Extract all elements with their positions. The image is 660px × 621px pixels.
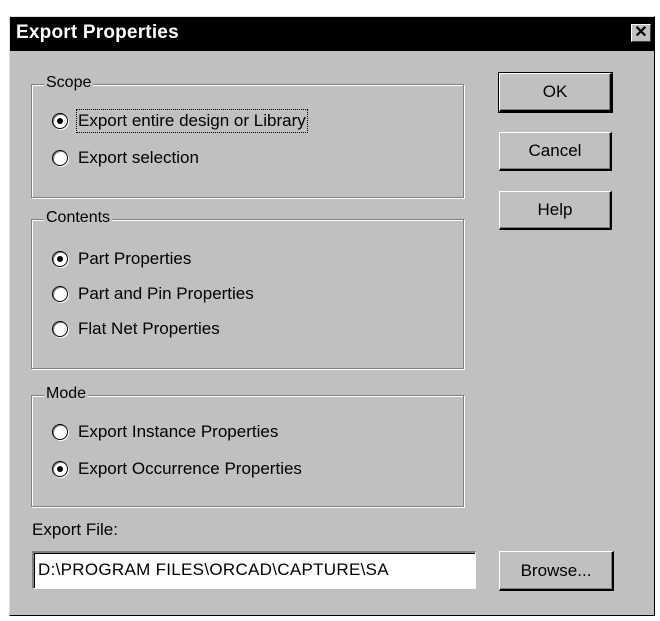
radio-label[interactable]: Part Properties [78,249,191,269]
dialog-title: Export Properties [16,22,179,43]
export-properties-dialog: Export Properties ✕ Scope Export entire … [9,16,655,616]
radio-export-instance-properties[interactable]: Export Instance Properties [52,422,278,442]
export-file-label: Export File: [32,520,118,539]
ok-button[interactable]: OK [498,72,613,113]
radio-button-checked-icon[interactable] [52,251,68,267]
radio-part-properties[interactable]: Part Properties [52,249,191,269]
close-button[interactable]: ✕ [631,24,651,42]
radio-button-icon[interactable] [52,321,68,337]
radio-label[interactable]: Export entire design or Library [76,109,308,133]
browse-button[interactable]: Browse... [499,551,614,591]
mode-legend: Mode [44,385,89,403]
cancel-button[interactable]: Cancel [499,132,612,171]
export-file-input[interactable]: D:\PROGRAM FILES\ORCAD\CAPTURE\SA [32,551,476,589]
help-button[interactable]: Help [499,191,612,230]
radio-label[interactable]: Export Occurrence Properties [78,459,302,479]
radio-flat-net-properties[interactable]: Flat Net Properties [52,319,220,339]
radio-button-checked-icon[interactable] [52,461,68,477]
contents-group: Contents Part Properties Part and Pin Pr… [31,209,464,369]
title-bar[interactable]: Export Properties ✕ [10,17,654,51]
radio-button-icon[interactable] [52,286,68,302]
radio-label[interactable]: Export Instance Properties [78,422,278,442]
radio-button-checked-icon[interactable] [52,113,68,129]
radio-label[interactable]: Export selection [78,148,199,168]
radio-part-and-pin-properties[interactable]: Part and Pin Properties [52,284,254,304]
radio-button-icon[interactable] [52,150,68,166]
radio-label[interactable]: Flat Net Properties [78,319,220,339]
contents-legend: Contents [44,209,113,227]
radio-label[interactable]: Part and Pin Properties [78,284,254,304]
close-icon: ✕ [634,24,648,41]
radio-export-selection[interactable]: Export selection [52,148,199,168]
scope-group: Scope Export entire design or Library Ex… [31,74,464,198]
export-file-value[interactable]: D:\PROGRAM FILES\ORCAD\CAPTURE\SA [38,560,389,580]
scope-legend: Scope [44,74,94,92]
radio-button-icon[interactable] [52,424,68,440]
mode-group: Mode Export Instance Properties Export O… [31,385,464,507]
radio-export-occurrence-properties[interactable]: Export Occurrence Properties [52,459,302,479]
radio-export-entire-design[interactable]: Export entire design or Library [52,109,308,133]
